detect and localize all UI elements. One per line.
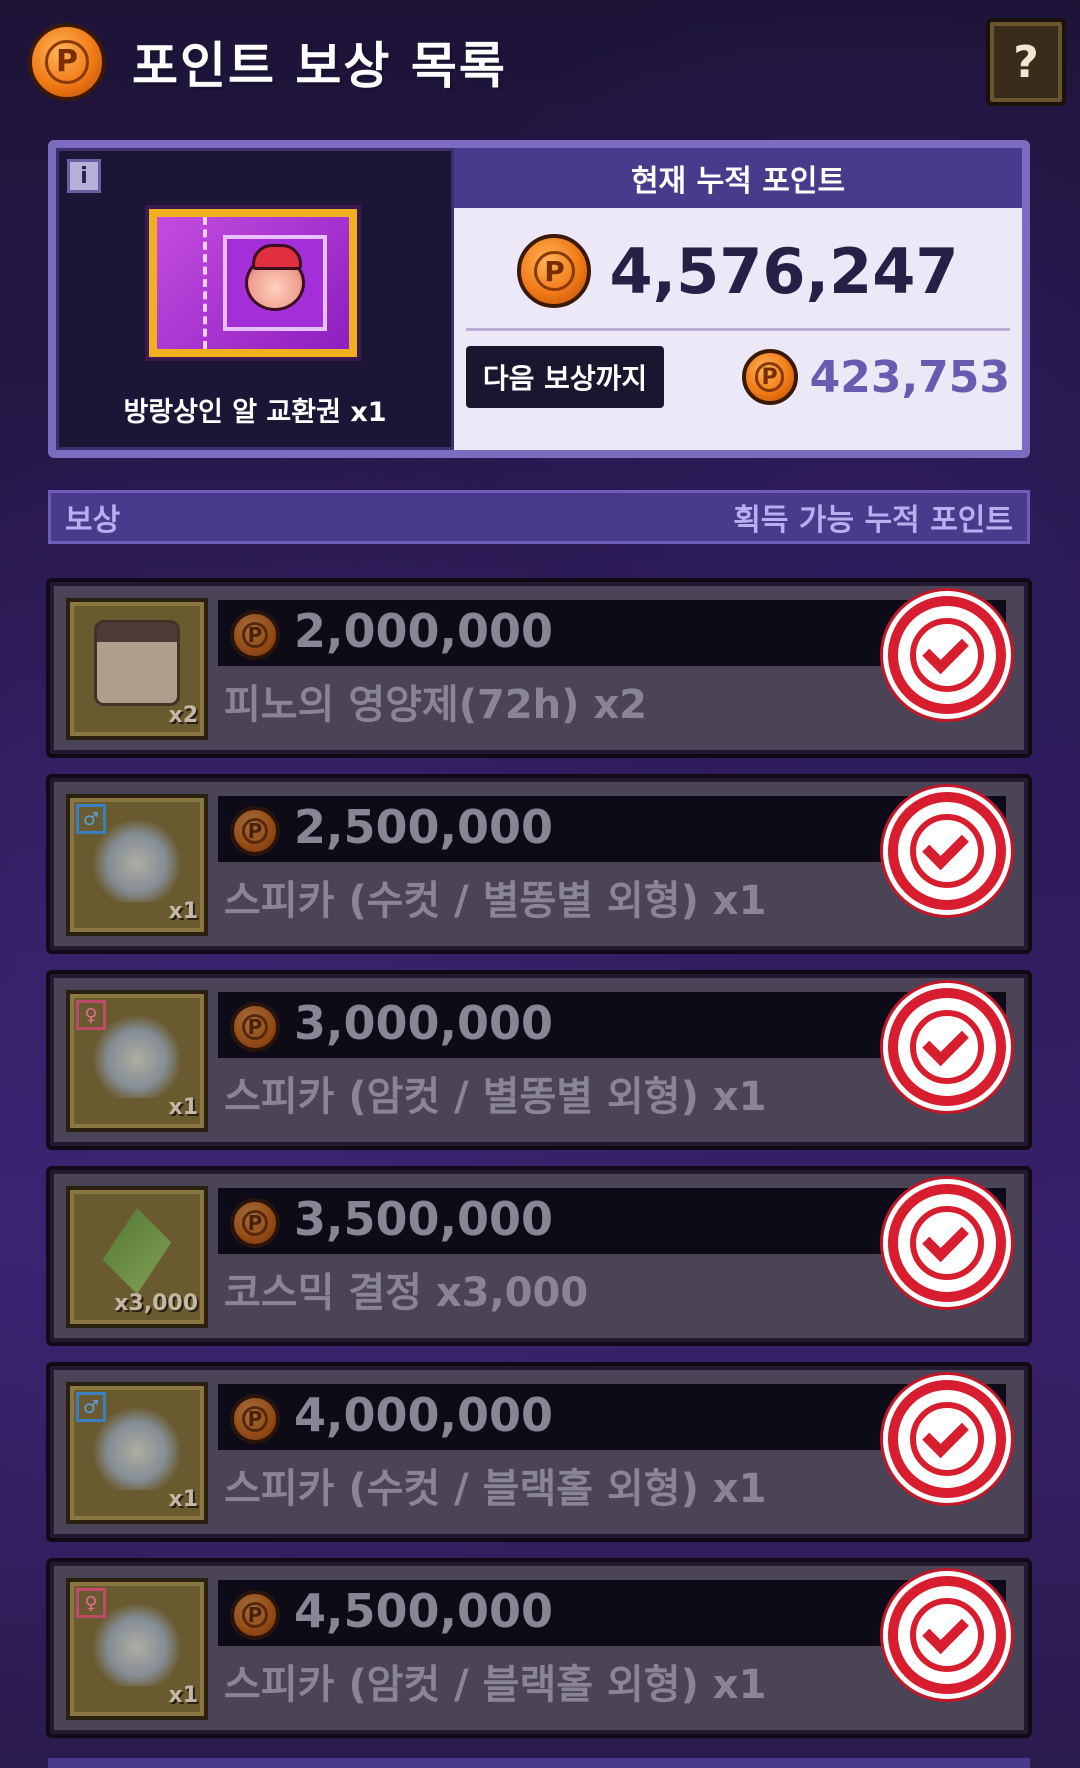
header: P 포인트 보상 목록 [28, 22, 507, 102]
reward-quantity: x1 [168, 899, 199, 924]
reward-points: 2,000,000 [294, 604, 553, 658]
reward-row[interactable]: x3,000 P 3,500,000 코스믹 결정 x3,000 [46, 1166, 1032, 1346]
reward-row[interactable]: x2 P 2,000,000 피노의 영양제(72h) x2 [46, 578, 1032, 758]
points-summary-panel: i 방랑상인 알 교환권 x1 현재 누적 포인트 P 4,576,247 다음… [48, 140, 1030, 458]
points-box: 현재 누적 포인트 P 4,576,247 다음 보상까지 P 423,753 [454, 148, 1022, 450]
claimed-check-icon [888, 1380, 1006, 1498]
reward-points: 3,000,000 [294, 996, 553, 1050]
current-reward-name: 방랑상인 알 교환권 x1 [123, 397, 387, 428]
points-title: 현재 누적 포인트 [454, 148, 1022, 208]
reward-name: 스피카 (암컷 / 블랙홀 외형) x1 [224, 1662, 767, 1708]
reward-item-icon: x2 [66, 598, 208, 740]
next-reward-points: P 423,753 [741, 346, 1010, 408]
reward-points: 3,500,000 [294, 1192, 553, 1246]
claimed-check-icon [888, 988, 1006, 1106]
claimed-check-icon [888, 1576, 1006, 1694]
next-reward-label: 다음 보상까지 [466, 346, 664, 408]
divider [466, 328, 1010, 331]
reward-points: 2,500,000 [294, 800, 553, 854]
reward-item-icon: ♀ x1 [66, 1578, 208, 1720]
reward-item-icon: ♂ x1 [66, 1382, 208, 1524]
total-points: P 4,576,247 [454, 234, 1022, 308]
reward-name: 스피카 (암컷 / 별똥별 외형) x1 [224, 1074, 767, 1120]
reward-item-icon: ♀ x1 [66, 990, 208, 1132]
crystal-icon [102, 1208, 172, 1294]
point-coin-icon: P [230, 1394, 280, 1444]
reward-list: x2 P 2,000,000 피노의 영양제(72h) x2 ♂ x1 P 2,500,000… [46, 578, 1032, 1754]
spica-icon [94, 1404, 180, 1490]
next-reward-value: 423,753 [809, 351, 1010, 403]
total-points-value: 4,576,247 [609, 234, 959, 308]
reward-column-label: 보상 [65, 503, 121, 538]
help-button[interactable]: ? [986, 18, 1066, 106]
merchant-egg-ticket-icon [149, 209, 357, 357]
claimed-check-icon [888, 1184, 1006, 1302]
reward-row[interactable]: ♂ x1 P 4,000,000 스피카 (수컷 / 블랙홀 외형) x1 [46, 1362, 1032, 1542]
point-coin-icon: P [230, 610, 280, 660]
spica-icon [94, 816, 180, 902]
reward-item-icon: ♂ x1 [66, 794, 208, 936]
points-column-label: 획득 가능 누적 포인트 [733, 503, 1013, 538]
point-coin-icon: P [517, 234, 592, 308]
reward-quantity: x3,000 [114, 1291, 198, 1316]
reward-quantity: x2 [168, 703, 199, 728]
reward-row[interactable]: ♀ x1 P 3,000,000 스피카 (암컷 / 별똥별 외형) x1 [46, 970, 1032, 1150]
reward-item-icon: x3,000 [66, 1186, 208, 1328]
reward-list-header: 보상 획득 가능 누적 포인트 [48, 490, 1030, 544]
reward-row[interactable]: ♀ x1 P 4,500,000 스피카 (암컷 / 블랙홀 외형) x1 [46, 1558, 1032, 1738]
point-coin-icon: P [28, 23, 106, 101]
reward-points: 4,500,000 [294, 1584, 553, 1638]
page-title: 포인트 보상 목록 [132, 37, 507, 95]
point-coin-icon: P [230, 1002, 280, 1052]
reward-name: 스피카 (수컷 / 별똥별 외형) x1 [224, 878, 767, 924]
spica-icon [94, 1600, 180, 1686]
claimed-check-icon [888, 596, 1006, 714]
claimed-check-icon [888, 792, 1006, 910]
reward-quantity: x1 [168, 1487, 199, 1512]
point-coin-icon: P [230, 1198, 280, 1248]
reward-name: 피노의 영양제(72h) x2 [224, 682, 647, 728]
reward-row[interactable]: ♂ x1 P 2,500,000 스피카 (수컷 / 별똥별 외형) x1 [46, 774, 1032, 954]
point-coin-icon: P [230, 806, 280, 856]
reward-quantity: x1 [168, 1683, 199, 1708]
current-reward-box[interactable]: i 방랑상인 알 교환권 x1 [56, 148, 454, 450]
spica-icon [94, 1012, 180, 1098]
point-coin-icon: P [741, 349, 798, 405]
jar-icon [94, 620, 180, 706]
info-icon[interactable]: i [67, 159, 101, 193]
next-row-edge [48, 1758, 1030, 1768]
reward-points: 4,000,000 [294, 1388, 553, 1442]
point-coin-icon: P [230, 1590, 280, 1640]
reward-name: 스피카 (수컷 / 블랙홀 외형) x1 [224, 1466, 767, 1512]
reward-quantity: x1 [168, 1095, 199, 1120]
reward-name: 코스믹 결정 x3,000 [224, 1270, 589, 1316]
